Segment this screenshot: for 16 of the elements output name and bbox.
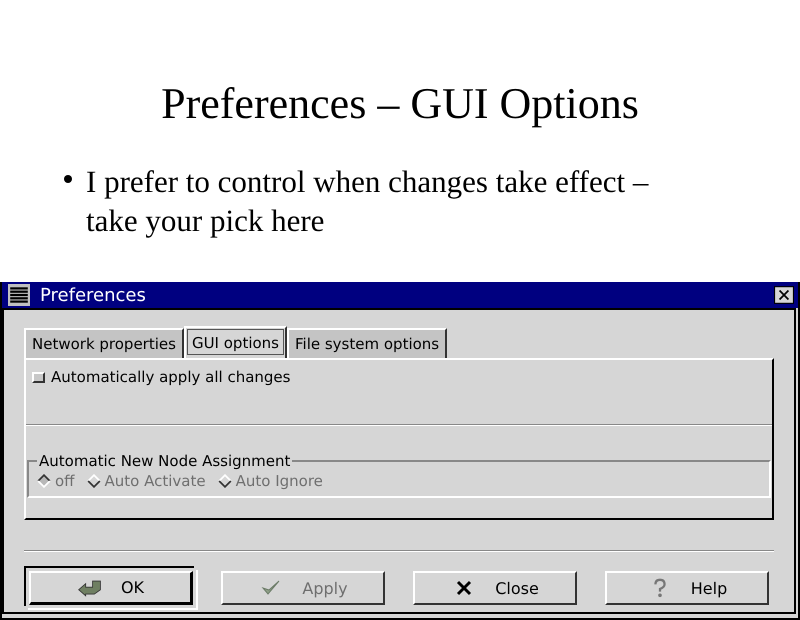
close-button[interactable]: Close bbox=[413, 571, 577, 605]
slide-title: Preferences – GUI Options bbox=[160, 80, 640, 128]
help-button[interactable]: Help bbox=[605, 571, 769, 605]
close-icon[interactable] bbox=[774, 286, 794, 304]
window-menu-icon[interactable] bbox=[6, 284, 32, 306]
bullet-icon bbox=[64, 175, 72, 183]
checkbox-label: Automatically apply all changes bbox=[51, 368, 290, 386]
tab[interactable]: File system options bbox=[287, 328, 448, 358]
bullet-text: I prefer to control when changes take effect – take your pick here bbox=[86, 163, 650, 240]
radio-diamond-icon bbox=[218, 474, 232, 488]
radio-diamond-icon bbox=[86, 474, 101, 488]
window-title: Preferences bbox=[40, 284, 147, 306]
tab[interactable]: GUI options bbox=[184, 326, 287, 358]
tab[interactable]: Network properties bbox=[24, 328, 184, 358]
checkbox[interactable] bbox=[32, 372, 45, 382]
radio-diamond-icon bbox=[37, 474, 51, 488]
